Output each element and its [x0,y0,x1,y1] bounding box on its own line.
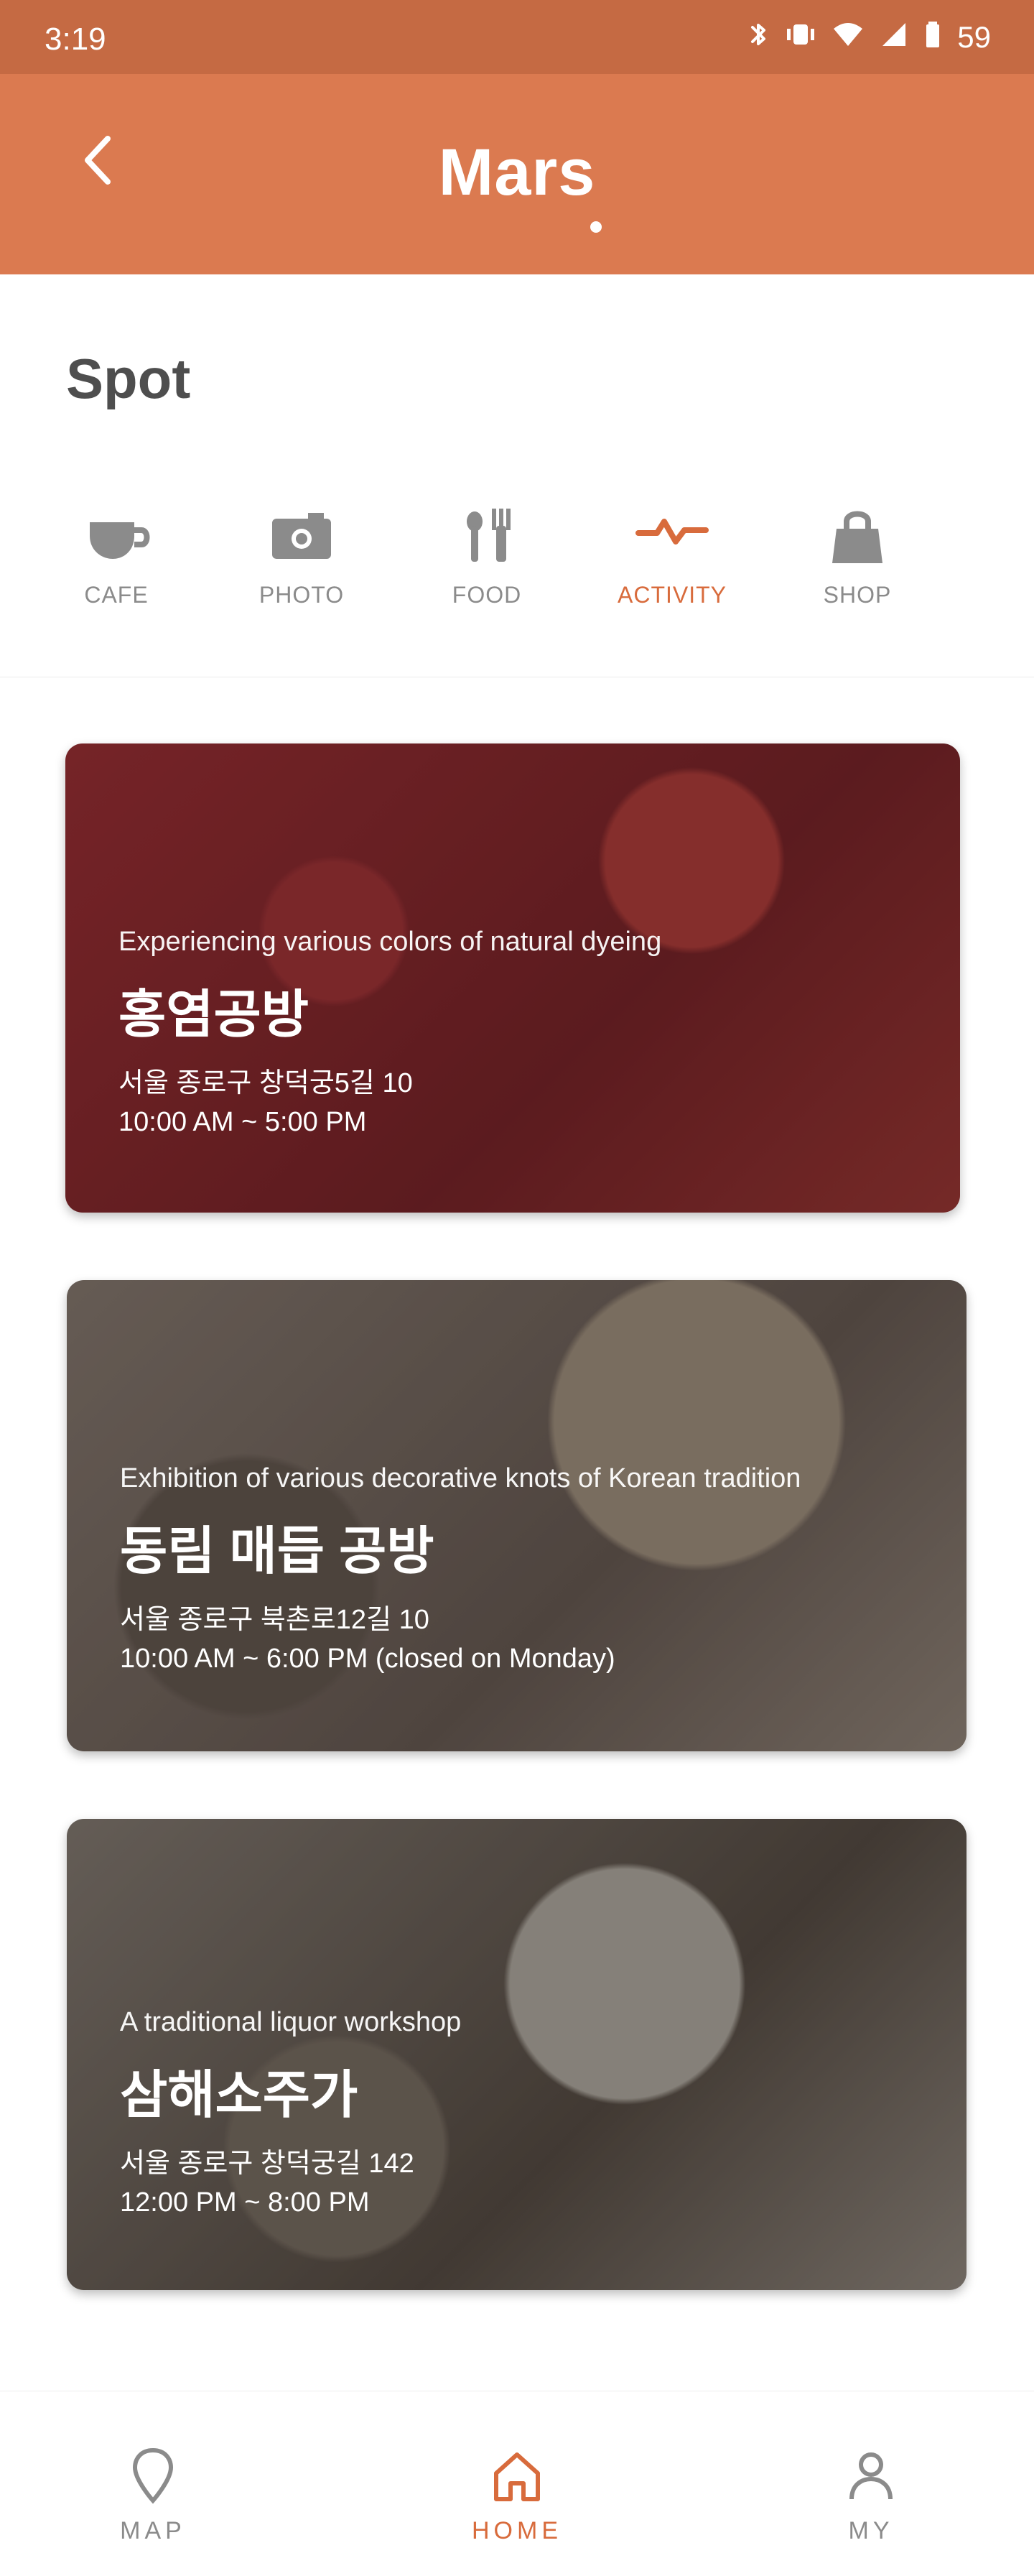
tab-label: FOOD [452,582,522,608]
tab-label: PHOTO [258,582,345,608]
title-dot [590,221,602,233]
cafe-icon [77,497,156,580]
card-hours: 10:00 AM ~ 5:00 PM [118,1107,367,1137]
card-subtitle: Exhibition of various decorative knots o… [120,1463,801,1493]
bluetooth-icon [747,20,769,54]
map-pin-icon [81,2443,225,2511]
category-tabs: CAFE PHOTO FOOD ACTIVITY SHOP [45,497,971,641]
food-icon [447,497,526,580]
card-title: 홍염공방 [118,986,309,1044]
tab-shop[interactable]: SHOP [786,497,929,641]
status-bar: 3:19 59 [0,0,1034,74]
signal-icon [880,20,908,54]
status-time: 3:19 [45,22,106,57]
card-text: Exhibition of various decorative knots o… [120,1463,952,1674]
shop-icon [818,497,897,580]
card-title: 동림 매듭 공방 [120,1523,434,1580]
card-address: 서울 종로구 창덕궁5길 10 [118,1068,413,1098]
tab-activity[interactable]: ACTIVITY [600,497,744,641]
app-bar: Mars [0,74,1034,274]
card-hours: 10:00 AM ~ 6:00 PM (closed on Monday) [120,1644,615,1674]
tab-photo[interactable]: PHOTO [230,497,373,641]
app-title: Mars [438,136,596,209]
card-subtitle: Experiencing various colors of natural d… [118,927,662,957]
card-hours: 12:00 PM ~ 8:00 PM [120,2187,370,2218]
card-address: 서울 종로구 창덕궁길 142 [120,2149,414,2179]
nav-home[interactable]: HOME [445,2443,589,2545]
nav-my[interactable]: MY [799,2443,943,2545]
section-title: Spot [66,347,191,410]
nav-label: MY [848,2517,894,2544]
spot-section: Spot CAFE PHOTO FOOD ACTIVITY SHOP [0,274,1034,677]
wifi-icon [832,20,864,54]
activity-icon [633,497,712,580]
nav-label: MAP [120,2517,186,2544]
nav-map[interactable]: MAP [81,2443,225,2545]
spot-card[interactable]: Experiencing various colors of natural d… [65,743,960,1213]
nav-label: HOME [472,2517,562,2544]
user-icon [799,2443,943,2511]
tab-food[interactable]: FOOD [415,497,559,641]
bottom-nav: MAP HOME MY [0,2391,1034,2576]
vibrate-icon [785,20,816,54]
home-icon [445,2443,589,2511]
card-address: 서울 종로구 북촌로12길 10 [120,1605,429,1635]
battery-icon [924,20,941,54]
tab-cafe[interactable]: CAFE [45,497,188,641]
tab-label: CAFE [84,582,149,608]
camera-icon [262,497,341,580]
spot-card[interactable]: Exhibition of various decorative knots o… [67,1280,967,1751]
card-text: Experiencing various colors of natural d… [118,927,946,1138]
tab-label: SHOP [823,582,892,608]
tab-label: ACTIVITY [617,582,727,608]
card-title: 삼해소주가 [120,2067,358,2124]
battery-level: 59 [957,19,991,54]
card-text: A traditional liquor workshop 삼해소주가 서울 종… [120,2007,952,2218]
spot-card[interactable]: A traditional liquor workshop 삼해소주가 서울 종… [67,1819,967,2290]
card-subtitle: A traditional liquor workshop [120,2007,462,2037]
status-icons: 59 [747,20,991,54]
